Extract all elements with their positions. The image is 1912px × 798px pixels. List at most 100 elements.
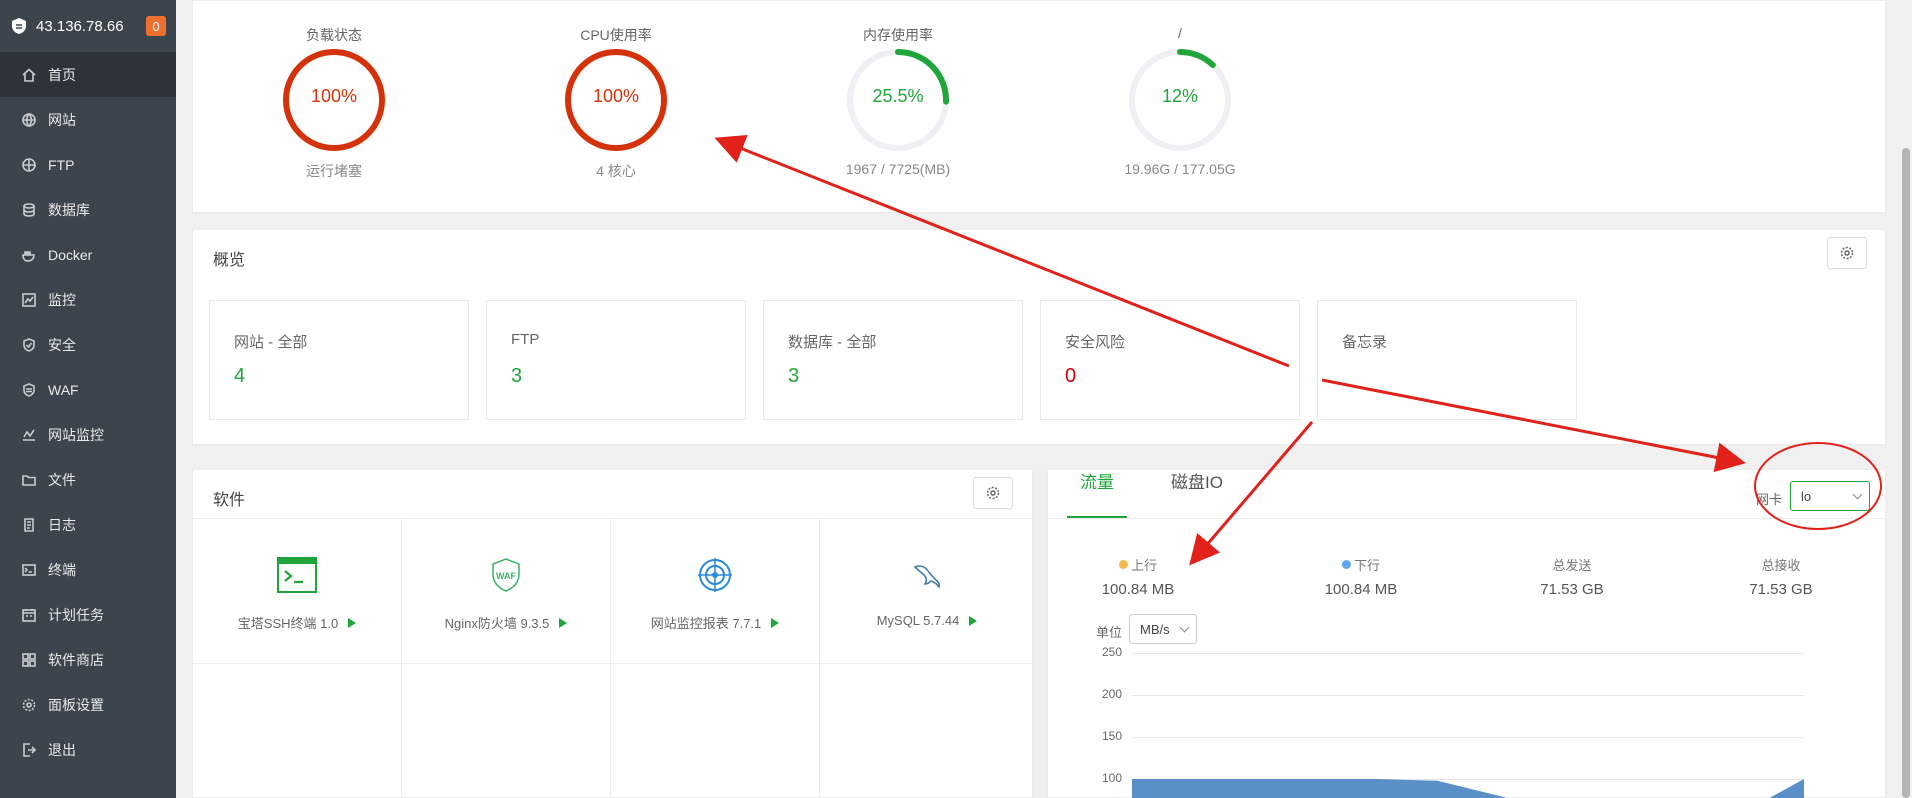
monitor-chart-icon [22,292,36,307]
overview-box-database[interactable]: 数据库 - 全部 3 [763,300,1023,420]
sidebar-item-waf[interactable]: WAF [0,367,176,412]
overview-box-ftp[interactable]: FTP 3 [486,300,746,420]
overview-label: FTP [511,331,540,348]
sidebar-item-website[interactable]: 网站 [0,97,176,142]
logout-icon [22,742,36,757]
gauge-subtext: 4 核心 [596,163,636,179]
gauge-cpu[interactable]: CPU使用率 100% 4 核心 [536,25,696,181]
waf-shield-icon [22,382,36,397]
sidebar-item-home[interactable]: 首页 [0,52,176,97]
stat-label: 总接收 [1761,558,1801,573]
overview-settings-button[interactable] [1827,237,1867,269]
software-item[interactable]: 网站监控报表 7.7.1 [611,519,820,664]
tab-disk-io[interactable]: 磁盘IO [1171,468,1223,493]
log-icon [22,517,36,532]
sidebar-item-logout[interactable]: 退出 [0,727,176,772]
software-item[interactable]: MySQL 5.7.44 [820,519,1034,664]
play-icon[interactable] [559,617,568,628]
shield-check-icon [22,337,36,352]
overview-title: 概览 [213,252,246,269]
stat-value: 71.53 GB [1540,581,1604,598]
sidebar-item-label: WAF [48,381,79,398]
software-item[interactable]: WAF Nginx防火墙 9.3.5 [402,519,611,664]
gridline [1132,695,1804,696]
sidebar-item-label: 日志 [48,516,76,533]
overview-box-memo[interactable]: 备忘录 [1317,300,1577,420]
database-icon [22,202,36,217]
gauge-title: CPU使用率 [580,27,652,43]
sidebar-item-label: 网站监控 [48,426,104,443]
notification-badge[interactable]: 0 [146,16,166,36]
overview-box-security-risk[interactable]: 安全风险 0 [1040,300,1300,420]
gauge-subtext: 19.96G / 177.05G [1124,161,1236,177]
globe-icon [22,112,36,127]
chevron-down-icon [1179,622,1190,633]
gridline [1132,737,1804,738]
gauge-subtext: 运行堵塞 [306,163,362,179]
play-icon[interactable] [771,617,780,628]
sidebar-item-cron[interactable]: 计划任务 [0,592,176,637]
tab-divider [1047,518,1885,519]
gauge-subtext: 1967 / 7725(MB) [845,161,951,177]
software-name: MySQL 5.7.44 [876,613,960,628]
gauge-load[interactable]: 负载状态 100% 运行堵塞 [254,25,414,181]
gauge-value: 25.5% [872,86,924,106]
overview-box-websites[interactable]: 网站 - 全部 4 [209,300,469,420]
gauge-value: 100% [592,86,640,106]
sidebar-item-docker[interactable]: Docker [0,232,176,277]
stat-label: 上行 [1130,558,1157,573]
vertical-scrollbar[interactable] [1900,0,1912,798]
sidebar-item-app-store[interactable]: 软件商店 [0,637,176,682]
y-tick-label: 150 [1101,729,1122,743]
sidebar-header: 43.136.78.66 0 [0,0,176,52]
sidebar-item-terminal[interactable]: 终端 [0,547,176,592]
docker-icon [22,248,36,262]
sidebar-item-label: 退出 [48,741,76,758]
stat-value: 71.53 GB [1749,581,1813,598]
stat-download: 下行 100.84 MB [1291,555,1431,598]
stat-label: 总发送 [1552,558,1592,573]
software-name: 网站监控报表 7.7.1 [650,616,762,631]
y-tick-label: 250 [1101,645,1122,659]
tab-traffic[interactable]: 流量 [1080,468,1114,493]
active-tab-indicator [1067,516,1127,518]
server-ip: 43.136.78.66 [36,17,124,35]
sidebar-item-label: 终端 [48,561,76,578]
overview-value: 0 [1065,365,1077,387]
overview-label: 安全风险 [1065,334,1126,351]
sidebar-item-ftp[interactable]: FTP [0,142,176,187]
sidebar-item-security[interactable]: 安全 [0,322,176,367]
target-icon [695,555,735,595]
gridline [1132,653,1804,654]
software-item[interactable]: 宝塔SSH终端 1.0 [193,519,402,664]
sidebar-item-database[interactable]: 数据库 [0,187,176,232]
software-settings-button[interactable] [973,477,1013,509]
y-tick-label: 200 [1101,687,1122,701]
nic-select[interactable]: lo [1790,481,1870,511]
unit-select-value: MB/s [1140,621,1170,637]
gauge-memory[interactable]: 内存使用率 25.5% 1967 / 7725(MB) [818,25,978,177]
sidebar-item-settings[interactable]: 面板设置 [0,682,176,727]
nic-select-value: lo [1801,488,1812,504]
sidebar-item-monitor[interactable]: 监控 [0,277,176,322]
gear-icon [1840,246,1854,260]
sidebar: 43.136.78.66 0 首页 网站 FTP 数据库 Docker 监控 安… [0,0,176,798]
ftp-icon [22,157,36,172]
dolphin-icon [907,555,947,595]
unit-select[interactable]: MB/s [1129,614,1197,644]
play-icon[interactable] [348,617,357,628]
svg-text:WAF: WAF [496,571,516,581]
scrollbar-thumb[interactable] [1902,148,1910,798]
stat-label: 下行 [1353,558,1380,573]
gauge-disk[interactable]: / 12% 19.96G / 177.05G [1100,25,1260,177]
stat-value: 100.84 MB [1101,581,1175,598]
sidebar-item-files[interactable]: 文件 [0,457,176,502]
gear-icon [986,486,1000,500]
play-icon[interactable] [969,615,978,626]
software-empty-slot [193,664,402,798]
sidebar-item-logs[interactable]: 日志 [0,502,176,547]
sidebar-item-site-monitor[interactable]: 网站监控 [0,412,176,457]
stat-total-sent: 总发送 71.53 GB [1502,555,1642,598]
waf-shield-icon: WAF [486,555,526,595]
stat-value: 100.84 MB [1324,581,1398,598]
